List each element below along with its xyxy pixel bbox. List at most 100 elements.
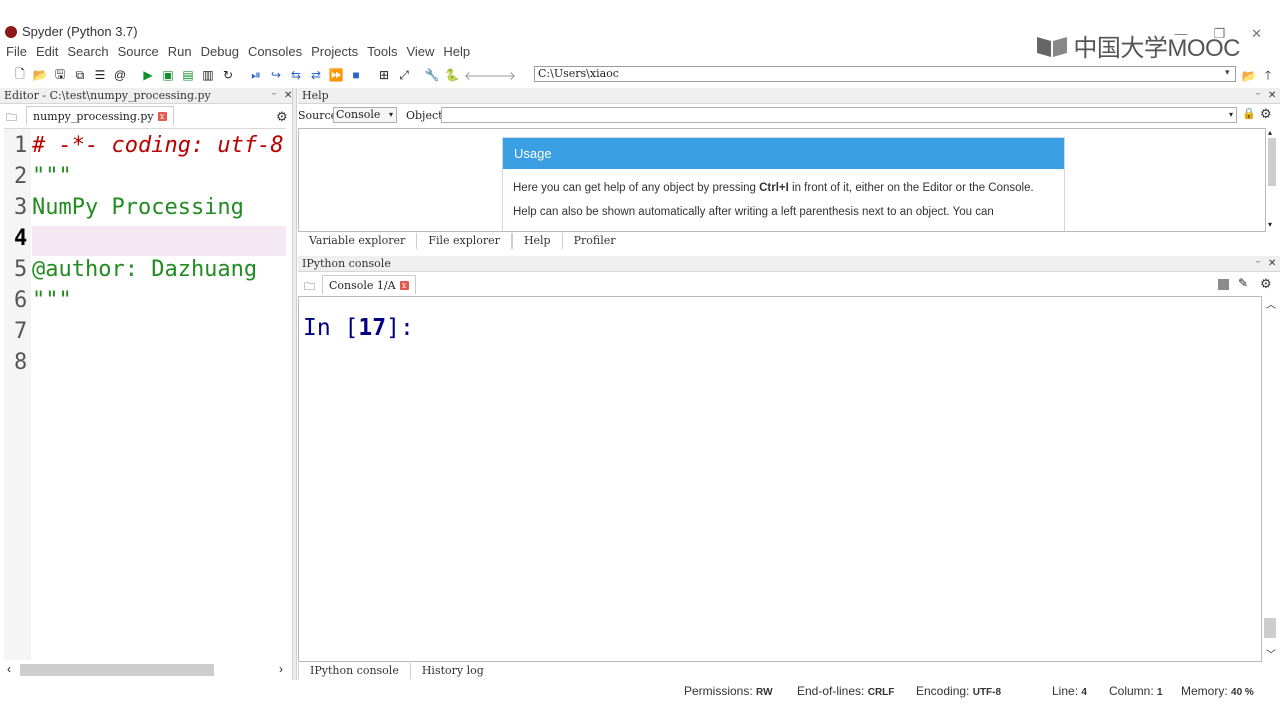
debug-icon[interactable]: ⏯ bbox=[246, 65, 266, 85]
tab-profiler[interactable]: Profiler bbox=[563, 233, 627, 249]
stop-kernel-icon[interactable] bbox=[1218, 279, 1229, 290]
status-eol: End-of-lines: CRLF bbox=[797, 684, 895, 698]
menu-file[interactable]: File bbox=[6, 44, 27, 62]
menu-consoles[interactable]: Consoles bbox=[248, 44, 302, 62]
tab-history-log[interactable]: History log bbox=[411, 663, 495, 679]
step-return-icon[interactable]: ⇄ bbox=[306, 65, 326, 85]
editor-tab-label: numpy_processing.py bbox=[33, 109, 154, 123]
source-label: Source bbox=[298, 109, 338, 122]
preferences-wrench-icon[interactable]: 🔧 bbox=[422, 65, 442, 85]
outline-icon[interactable]: ☰ bbox=[90, 65, 110, 85]
menu-help[interactable]: Help bbox=[443, 44, 470, 62]
close-tab-icon[interactable]: x bbox=[157, 111, 167, 121]
scroll-down-icon[interactable]: ﹀ bbox=[1266, 646, 1276, 661]
menu-search[interactable]: Search bbox=[67, 44, 108, 62]
scrollbar-thumb[interactable] bbox=[1268, 138, 1276, 186]
run-cell-advance-icon[interactable]: ▤ bbox=[178, 65, 198, 85]
scroll-up-icon[interactable]: ︿ bbox=[1266, 296, 1276, 311]
menu-tools[interactable]: Tools bbox=[367, 44, 397, 62]
code-editor[interactable]: 1# -*- coding: utf-8 -*-2"""3NumPy Proce… bbox=[4, 128, 286, 660]
pane-splitter[interactable] bbox=[292, 88, 297, 680]
line-number: 8 bbox=[14, 350, 28, 375]
undock-icon[interactable]: ᵕ bbox=[272, 88, 276, 104]
open-file-icon[interactable]: 📂 bbox=[30, 65, 50, 85]
python-path-icon[interactable]: 🐍 bbox=[442, 65, 462, 85]
save-icon[interactable]: 🖫 bbox=[50, 65, 70, 85]
run-cell-icon[interactable]: ▣ bbox=[158, 65, 178, 85]
line-number: 3 bbox=[14, 195, 28, 220]
gear-icon[interactable]: ⚙ bbox=[276, 109, 288, 125]
undock-icon[interactable]: ᵕ bbox=[1256, 256, 1260, 272]
step-icon[interactable]: ↪ bbox=[266, 65, 286, 85]
ipython-console[interactable]: In [17]: bbox=[298, 296, 1262, 662]
new-file-icon[interactable]: 🗋 bbox=[10, 65, 30, 85]
fullscreen-icon[interactable]: ⤢ bbox=[394, 65, 414, 85]
usage-text: Here you can get help of any object by p… bbox=[513, 182, 1034, 218]
tab-variable-explorer[interactable]: Variable explorer bbox=[298, 233, 418, 249]
scroll-right-icon[interactable]: › bbox=[279, 662, 283, 676]
forward-arrow-icon[interactable]: 🡒 bbox=[484, 65, 516, 85]
menu-projects[interactable]: Projects bbox=[311, 44, 358, 62]
scroll-down-icon[interactable]: ▾ bbox=[1268, 220, 1272, 229]
scroll-up-icon[interactable]: ▴ bbox=[1268, 128, 1272, 137]
eraser-icon[interactable]: ✎ bbox=[1238, 276, 1248, 290]
browse-tabs-icon[interactable]: 🗀 bbox=[6, 109, 17, 128]
step-into-icon[interactable]: ⇆ bbox=[286, 65, 306, 85]
editor-horizontal-scrollbar[interactable]: ‹ › bbox=[4, 662, 290, 678]
line-number: 6 bbox=[14, 288, 28, 313]
gear-icon[interactable]: ⚙ bbox=[1260, 107, 1272, 122]
usage-box: Usage Here you can get help of any objec… bbox=[502, 137, 1065, 231]
stop-icon[interactable]: ■ bbox=[346, 65, 366, 85]
menu-edit[interactable]: Edit bbox=[36, 44, 58, 62]
browse-folder-icon[interactable]: 📂 bbox=[1239, 66, 1259, 86]
parent-directory-icon[interactable]: 🡑 bbox=[1258, 66, 1278, 86]
scroll-left-icon[interactable]: ‹ bbox=[7, 662, 11, 676]
continue-icon[interactable]: ⏩ bbox=[326, 65, 346, 85]
scrollbar-thumb[interactable] bbox=[1264, 618, 1276, 638]
editor-pane-header: Editor - C:\test\numpy_processing.py ᵕ ✕ bbox=[0, 88, 294, 104]
editor-tab-bar: 🗀 numpy_processing.py x ⚙ bbox=[0, 106, 294, 126]
console-prompt: In [17]: bbox=[303, 315, 414, 341]
usage-title: Usage bbox=[503, 138, 1064, 169]
run-icon[interactable]: ▶ bbox=[138, 65, 158, 85]
source-select-value: Console bbox=[336, 108, 381, 121]
close-pane-icon[interactable]: ✕ bbox=[1268, 256, 1276, 272]
menu-debug[interactable]: Debug bbox=[201, 44, 239, 62]
rerun-icon[interactable]: ↻ bbox=[218, 65, 238, 85]
save-all-icon[interactable]: ⧉ bbox=[70, 65, 90, 85]
close-tab-icon[interactable]: x bbox=[399, 280, 409, 290]
gear-icon[interactable]: ⚙ bbox=[1260, 276, 1272, 292]
code-line: # -*- coding: utf-8 -*- bbox=[32, 133, 286, 158]
tab-file-explorer[interactable]: File explorer bbox=[417, 233, 512, 249]
chevron-down-icon[interactable]: ▾ bbox=[1225, 67, 1236, 81]
working-directory-input[interactable]: C:\Users\xiaoc bbox=[534, 66, 1236, 82]
tab-help[interactable]: Help bbox=[511, 233, 563, 249]
status-column: Column: 1 bbox=[1109, 684, 1163, 698]
at-icon[interactable]: @ bbox=[110, 65, 130, 85]
browse-tabs-icon[interactable]: 🗀 bbox=[304, 278, 315, 297]
close-button[interactable]: ✕ bbox=[1251, 26, 1262, 42]
console-tab[interactable]: Console 1/A x bbox=[322, 275, 416, 294]
line-number: 5 bbox=[14, 257, 28, 282]
source-select[interactable]: Console ▾ bbox=[333, 107, 397, 123]
help-pane-header: Help ᵕ ✕ bbox=[298, 88, 1280, 104]
lock-icon[interactable]: 🔒 bbox=[1242, 107, 1256, 120]
editor-pane-title: Editor - C:\test\numpy_processing.py bbox=[4, 89, 211, 102]
run-selection-icon[interactable]: ▥ bbox=[198, 65, 218, 85]
object-input[interactable]: ▾ bbox=[441, 107, 1237, 123]
scrollbar-thumb[interactable] bbox=[20, 664, 214, 676]
menu-run[interactable]: Run bbox=[168, 44, 192, 62]
code-line: """ bbox=[32, 288, 72, 313]
close-pane-icon[interactable]: ✕ bbox=[1268, 88, 1276, 104]
menu-view[interactable]: View bbox=[406, 44, 434, 62]
console-vertical-scrollbar[interactable]: ︿ ﹀ bbox=[1262, 296, 1278, 662]
maximize-pane-icon[interactable]: ⊞ bbox=[374, 65, 394, 85]
status-encoding: Encoding: UTF-8 bbox=[916, 684, 1002, 698]
help-vertical-scrollbar[interactable]: ▴ ▾ bbox=[1266, 128, 1278, 232]
menu-source[interactable]: Source bbox=[118, 44, 159, 62]
console-tab-label: Console 1/A bbox=[329, 278, 396, 292]
tab-ipython-console[interactable]: IPython console bbox=[298, 663, 411, 679]
help-bottom-tabs: Variable explorer File explorer Help Pro… bbox=[298, 233, 1280, 250]
editor-tab[interactable]: numpy_processing.py x bbox=[26, 106, 174, 125]
undock-icon[interactable]: ᵕ bbox=[1256, 88, 1260, 104]
